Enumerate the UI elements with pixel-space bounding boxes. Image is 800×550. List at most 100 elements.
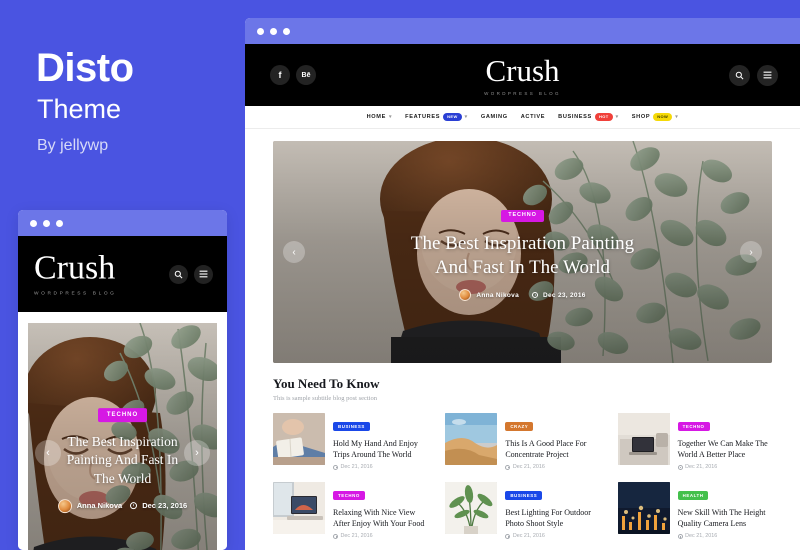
nav-item-shop[interactable]: SHOP NOW ▾ (632, 113, 679, 121)
post-card[interactable]: CRAZY This Is A Good Place For Concentra… (445, 412, 599, 470)
post-title[interactable]: Hold My Hand And Enjoy Trips Around The … (333, 438, 427, 460)
behance-glyph: Bē (301, 71, 311, 79)
nav-item-home[interactable]: HOME ▾ (367, 114, 393, 120)
site-header: f Bē Crush WORDPRESS BLOG (245, 44, 800, 106)
brand-tagline: WORDPRESS BLOG (484, 90, 561, 96)
post-card[interactable]: BUSINESS Best Lighting For Outdoor Photo… (445, 481, 599, 540)
post-date: Dec 21, 2016 (505, 463, 599, 470)
window-dot-maximize[interactable] (283, 27, 290, 35)
nav-item-business[interactable]: BUSINESS HOT ▾ (558, 113, 619, 121)
clock-icon (677, 534, 683, 540)
post-card[interactable]: TECHNO Together We Can Make The World A … (617, 412, 772, 470)
mini-hero-author[interactable]: Anna Nikova (77, 502, 122, 511)
hero-author[interactable]: Anna Nikova (476, 292, 519, 299)
promo-title: Disto (36, 46, 134, 90)
post-category[interactable]: TECHNO (333, 491, 365, 501)
hero-category-badge[interactable]: TECHNO (501, 209, 544, 222)
window-dot-maximize[interactable] (56, 219, 63, 227)
site-navigation: HOME ▾ FEATURES NEW ▾ GAMING ACTIVE BUSI… (245, 106, 800, 129)
thumb-laptop-by-window (273, 481, 325, 534)
hero-meta: Anna Nikova Dec 23, 2016 (333, 289, 712, 302)
behance-icon[interactable]: Bē (296, 65, 316, 85)
post-category[interactable]: CRAZY (505, 422, 534, 431)
hero-content: TECHNO The Best Inspiration Painting And… (273, 203, 772, 302)
post-title[interactable]: Best Lighting For Outdoor Photo Shoot St… (505, 507, 599, 529)
post-body: BUSINESS Hold My Hand And Enjoy Trips Ar… (333, 413, 427, 470)
brand-tagline: WORDPRESS BLOG (34, 291, 117, 297)
promo-author: By jellywp (37, 137, 109, 154)
post-card[interactable]: BUSINESS Hold My Hand And Enjoy Trips Ar… (273, 412, 427, 470)
chevron-down-icon: ▾ (388, 113, 393, 120)
post-thumbnail[interactable] (273, 412, 325, 465)
post-title[interactable]: Relaxing With Nice View After Enjoy With… (333, 507, 427, 529)
section-title: You Need To Know (273, 376, 380, 391)
post-date: Dec 21, 2016 (333, 533, 427, 540)
section-header: You Need To Know This is sample subtitle… (245, 363, 800, 403)
mini-hero-next-button[interactable]: › (184, 440, 210, 466)
post-date: Dec 21, 2016 (333, 464, 427, 470)
thumb-woman-reading-book (273, 412, 325, 465)
window-dot-minimize[interactable] (43, 219, 50, 227)
mini-hero-category-badge[interactable]: TECHNO (97, 408, 148, 423)
avatar (57, 499, 72, 514)
post-title[interactable]: This Is A Good Place For Concentrate Pro… (505, 438, 599, 460)
nav-item-gaming[interactable]: GAMING (481, 114, 508, 120)
post-category[interactable]: TECHNO (677, 422, 710, 431)
brand-name: Crush (485, 52, 560, 88)
window-dot-minimize[interactable] (270, 27, 277, 35)
post-thumbnail[interactable] (445, 481, 498, 534)
mini-hero-slider: TECHNO The Best Inspiration Painting And… (28, 323, 217, 550)
post-thumbnail[interactable] (617, 412, 670, 465)
post-card[interactable]: HEALTH New Skill With The Height Quality… (617, 481, 772, 540)
search-icon[interactable] (169, 264, 188, 284)
menu-icon[interactable] (194, 264, 213, 284)
thumb-night-city-lights (617, 481, 670, 534)
avatar (459, 289, 472, 302)
post-thumbnail[interactable] (445, 412, 498, 465)
post-category[interactable]: BUSINESS (505, 491, 543, 501)
post-date-text: Dec 21, 2016 (340, 533, 373, 540)
post-date-text: Dec 21, 2016 (512, 463, 545, 470)
nav-item-features[interactable]: FEATURES NEW ▾ (405, 113, 468, 121)
mini-hero-prev-button[interactable]: ‹ (35, 440, 61, 466)
mini-hero-wrap: TECHNO The Best Inspiration Painting And… (18, 312, 227, 550)
hero-prev-button[interactable]: ‹ (283, 241, 305, 263)
post-date: Dec 21, 2016 (677, 463, 772, 470)
post-date: Dec 21, 2016 (677, 533, 772, 540)
window-dot-close[interactable] (30, 219, 37, 227)
header-tools (729, 64, 778, 86)
mini-hero-title-line3: The World (93, 470, 152, 486)
post-date: Dec 21, 2016 (505, 533, 599, 540)
nav-label: GAMING (480, 114, 508, 120)
post-thumbnail[interactable] (273, 481, 325, 534)
hero-title[interactable]: The Best Inspiration Painting And Fast I… (333, 231, 712, 280)
clock-icon (532, 292, 539, 299)
mini-window-titlebar (18, 210, 227, 236)
post-category[interactable]: HEALTH (677, 491, 709, 501)
nav-item-active[interactable]: ACTIVE (521, 114, 545, 120)
post-date-text: Dec 21, 2016 (512, 533, 545, 540)
main-window-titlebar (245, 18, 800, 44)
window-dot-close[interactable] (257, 27, 264, 35)
menu-icon[interactable] (757, 64, 778, 86)
mini-hero-title[interactable]: The Best Inspiration Painting And Fast I… (52, 433, 193, 488)
facebook-icon[interactable]: f (270, 65, 290, 85)
post-thumbnail[interactable] (617, 481, 670, 534)
post-date-text: Dec 21, 2016 (685, 463, 718, 470)
social-links: f Bē (270, 65, 316, 85)
clock-icon (333, 464, 338, 470)
mini-header-tools (169, 264, 213, 284)
post-card[interactable]: TECHNO Relaxing With Nice View After Enj… (273, 481, 427, 540)
nav-label: BUSINESS (558, 114, 592, 120)
mini-site-header: Crush WORDPRESS BLOG (18, 236, 227, 312)
post-body: CRAZY This Is A Good Place For Concentra… (505, 413, 599, 470)
mini-browser-window: Crush WORDPRESS BLOG TECHNO The Best Ins… (18, 210, 227, 550)
clock-icon (130, 502, 138, 510)
post-title[interactable]: Together We Can Make The World A Better … (678, 438, 772, 460)
post-body: BUSINESS Best Lighting For Outdoor Photo… (505, 482, 599, 540)
search-icon[interactable] (729, 64, 750, 86)
post-title[interactable]: New Skill With The Height Quality Camera… (678, 507, 772, 529)
post-category[interactable]: BUSINESS (333, 422, 370, 431)
hero-title-line1: The Best Inspiration Painting (410, 232, 635, 254)
hero-next-button[interactable]: › (740, 241, 762, 263)
